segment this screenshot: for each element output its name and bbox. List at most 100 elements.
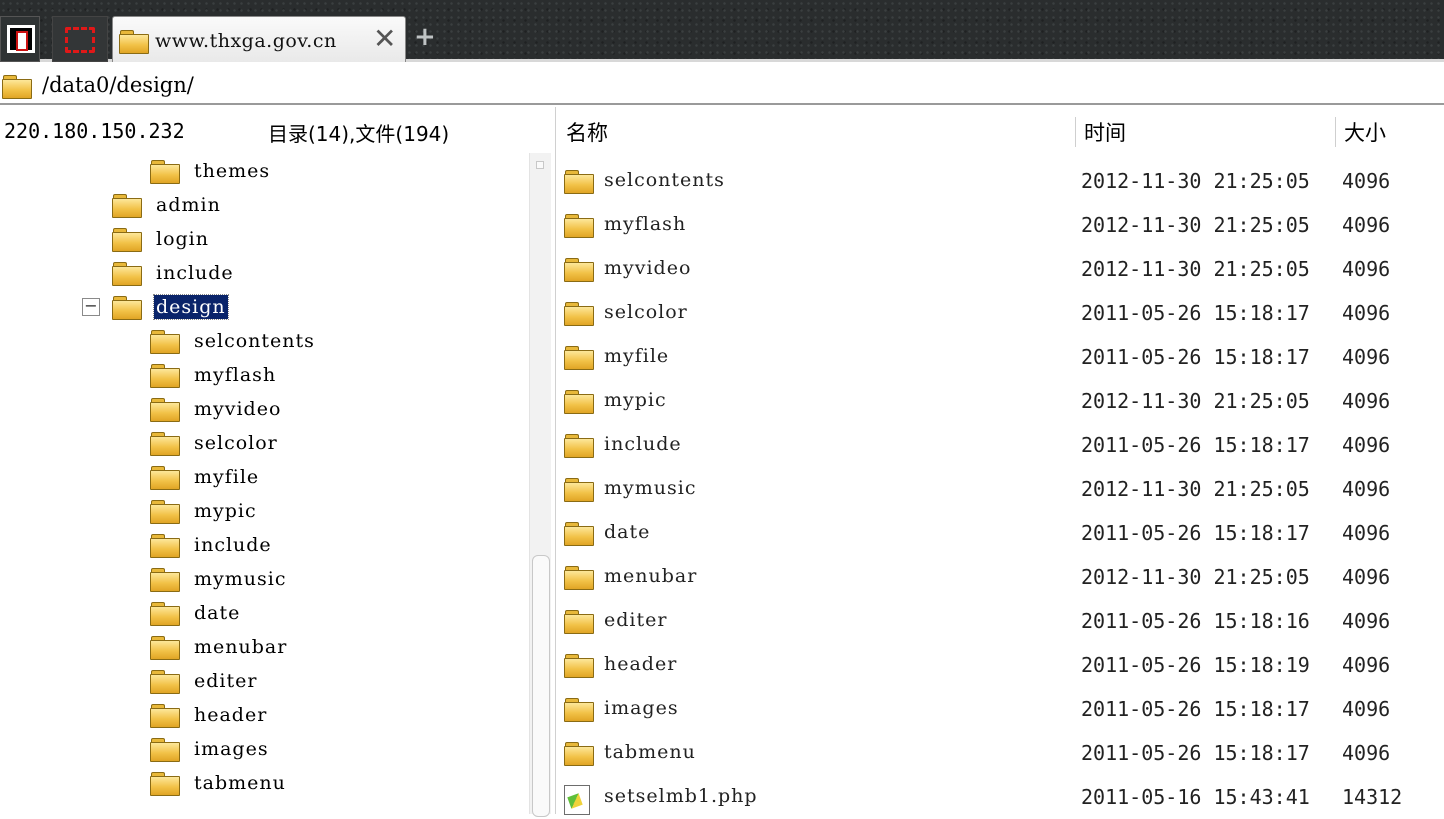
file-size: 4096 xyxy=(1342,609,1391,633)
tree-item-label: admin xyxy=(156,194,221,216)
file-row[interactable]: mymusic 2012-11-30 21:25:05 4096 xyxy=(556,467,1444,511)
tree-scrollbar[interactable] xyxy=(529,153,551,817)
file-name: editer xyxy=(604,609,668,631)
file-row[interactable]: editer 2011-05-26 15:18:16 4096 xyxy=(556,599,1444,643)
folder-icon xyxy=(150,431,180,456)
tree-item[interactable]: myflash xyxy=(150,360,278,390)
php-file-icon xyxy=(564,785,590,815)
file-list-panel: 名称 时间 大小 selcontents 2012-11-30 21:25:05 4… xyxy=(555,107,1444,815)
folder-icon xyxy=(150,635,180,660)
file-size: 4096 xyxy=(1342,565,1391,589)
column-header-name[interactable]: 名称 xyxy=(566,107,608,153)
tree-item[interactable]: myfile xyxy=(150,462,261,492)
tree-item[interactable]: date xyxy=(150,598,242,628)
file-name: mymusic xyxy=(604,477,697,499)
file-row[interactable]: include 2011-05-26 15:18:17 4096 xyxy=(556,423,1444,467)
scroll-up-arrow[interactable] xyxy=(536,161,544,169)
active-tab[interactable]: www.thxga.gov.cn ✕ xyxy=(112,16,406,62)
tree-item[interactable]: login xyxy=(112,224,211,254)
tree-item[interactable]: admin xyxy=(112,190,223,220)
file-row[interactable]: date 2011-05-26 15:18:17 4096 xyxy=(556,511,1444,555)
tree-item[interactable]: mymusic xyxy=(150,564,288,594)
scrollbar-thumb[interactable] xyxy=(532,555,550,817)
column-header-size[interactable]: 大小 xyxy=(1344,107,1386,153)
folder-icon xyxy=(119,29,149,54)
tree-item[interactable]: themes xyxy=(150,156,272,186)
tree-item[interactable]: images xyxy=(150,734,271,764)
plus-icon[interactable]: + xyxy=(414,22,436,52)
file-time: 2011-05-26 15:18:19 xyxy=(1081,653,1310,677)
file-size: 4096 xyxy=(1342,741,1391,765)
file-time: 2012-11-30 21:25:05 xyxy=(1081,213,1310,237)
folder-icon xyxy=(150,771,180,796)
tree-item[interactable]: header xyxy=(150,700,269,730)
tree-item-label: myflash xyxy=(194,364,277,386)
file-row[interactable]: images 2011-05-26 15:18:17 4096 xyxy=(556,687,1444,731)
column-divider[interactable] xyxy=(1075,117,1076,147)
file-name: tabmenu xyxy=(604,741,696,763)
folder-icon xyxy=(112,261,142,286)
file-size: 4096 xyxy=(1342,213,1391,237)
close-icon[interactable]: ✕ xyxy=(373,25,396,53)
folder-icon xyxy=(150,533,180,558)
file-row[interactable]: setselmb1.php 2011-05-16 15:43:41 14312 xyxy=(556,775,1444,819)
file-size: 14312 xyxy=(1342,785,1403,809)
server-ip: 220.180.150.232 xyxy=(4,119,185,143)
file-row[interactable]: menubar 2012-11-30 21:25:05 4096 xyxy=(556,555,1444,599)
folder-icon xyxy=(564,301,594,326)
tree-item-label: mypic xyxy=(194,500,257,522)
tree-item[interactable]: selcontents xyxy=(150,326,317,356)
tree-item[interactable]: design xyxy=(112,292,229,322)
file-row[interactable]: selcolor 2011-05-26 15:18:17 4096 xyxy=(556,291,1444,335)
file-row[interactable]: mypic 2012-11-30 21:25:05 4096 xyxy=(556,379,1444,423)
file-size: 4096 xyxy=(1342,169,1391,193)
folder-icon xyxy=(112,295,142,320)
file-row[interactable]: myflash 2012-11-30 21:25:05 4096 xyxy=(556,203,1444,247)
tree-item[interactable]: myvideo xyxy=(150,394,283,424)
tree-item-label: design xyxy=(153,294,229,320)
file-row[interactable]: selcontents 2012-11-30 21:25:05 4096 xyxy=(556,159,1444,203)
address-bar[interactable]: /data0/design/ xyxy=(0,65,1444,105)
address-path[interactable]: /data0/design/ xyxy=(42,73,194,97)
file-name: header xyxy=(604,653,678,675)
file-size: 4096 xyxy=(1342,345,1391,369)
tree-item-label: myfile xyxy=(194,466,260,488)
file-size: 4096 xyxy=(1342,521,1391,545)
folder-icon xyxy=(150,567,180,592)
app-menu-button[interactable] xyxy=(0,16,40,62)
file-time: 2011-05-26 15:18:16 xyxy=(1081,609,1310,633)
folder-icon xyxy=(150,329,180,354)
file-time: 2011-05-16 15:43:41 xyxy=(1081,785,1310,809)
folder-icon xyxy=(564,433,594,458)
tree-item[interactable]: menubar xyxy=(150,632,289,662)
file-name: menubar xyxy=(604,565,698,587)
file-size: 4096 xyxy=(1342,697,1391,721)
file-size: 4096 xyxy=(1342,257,1391,281)
column-divider[interactable] xyxy=(1335,117,1336,147)
folder-icon xyxy=(564,565,594,590)
tree-item[interactable]: include xyxy=(112,258,236,288)
tree-item[interactable]: tabmenu xyxy=(150,768,288,798)
tree-item-label: editer xyxy=(194,670,258,692)
file-row[interactable]: myvideo 2012-11-30 21:25:05 4096 xyxy=(556,247,1444,291)
tree-item[interactable]: mypic xyxy=(150,496,259,526)
pinned-tab-button[interactable] xyxy=(52,16,108,62)
file-name: myflash xyxy=(604,213,687,235)
collapse-toggle[interactable]: − xyxy=(82,298,100,316)
file-row[interactable]: tabmenu 2011-05-26 15:18:17 4096 xyxy=(556,731,1444,775)
red-dashed-box-icon xyxy=(65,27,95,53)
file-name: myvideo xyxy=(604,257,692,279)
tree-item[interactable]: editer xyxy=(150,666,259,696)
tree-item[interactable]: selcolor xyxy=(150,428,280,458)
file-time: 2012-11-30 21:25:05 xyxy=(1081,477,1310,501)
folder-icon xyxy=(564,213,594,238)
file-row[interactable]: header 2011-05-26 15:18:19 4096 xyxy=(556,643,1444,687)
file-row[interactable]: myfile 2011-05-26 15:18:17 4096 xyxy=(556,335,1444,379)
tree-item[interactable]: include xyxy=(150,530,274,560)
column-header-time[interactable]: 时间 xyxy=(1084,107,1126,153)
dir-file-counts: 目录(14),文件(194) xyxy=(268,122,450,146)
folder-icon xyxy=(150,669,180,694)
folder-icon xyxy=(564,169,594,194)
file-name: include xyxy=(604,433,682,455)
tab-bar: www.thxga.gov.cn ✕ + xyxy=(0,0,1444,62)
